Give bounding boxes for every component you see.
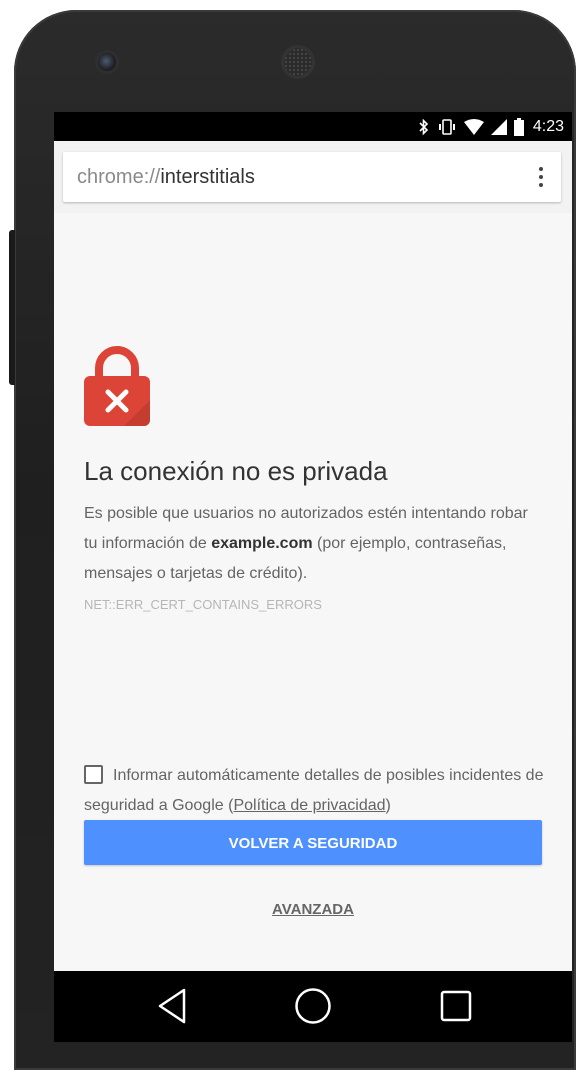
- status-time: 4:23: [532, 118, 564, 135]
- privacy-policy-link[interactable]: Política de privacidad: [233, 797, 385, 814]
- interstitial-page: La conexión no es privada Es posible que…: [54, 213, 572, 971]
- wifi-icon: [463, 119, 484, 135]
- cellular-signal-icon: [490, 119, 507, 135]
- reporting-checkbox[interactable]: [84, 765, 103, 784]
- back-to-safety-button[interactable]: VOLVER A SEGURIDAD: [84, 820, 542, 865]
- status-bar: 4:23: [54, 112, 572, 141]
- omnibox[interactable]: chrome://interstitials: [63, 152, 561, 202]
- home-icon[interactable]: [294, 987, 332, 1025]
- more-vert-icon[interactable]: [529, 162, 553, 192]
- url-scheme: chrome://: [77, 166, 161, 188]
- page-title: La conexión no es privada: [84, 456, 388, 486]
- advanced-link[interactable]: AVANZADA: [54, 901, 572, 918]
- status-icons: 4:23: [418, 116, 564, 138]
- side-button[interactable]: [9, 230, 15, 385]
- navigation-bar: [54, 971, 572, 1042]
- battery-icon: [513, 118, 524, 136]
- screen: 4:23 chrome://interstitials La conexión …: [54, 112, 572, 1042]
- vibrate-icon: [438, 119, 455, 135]
- url-host: interstitials: [160, 166, 255, 188]
- error-code: NET::ERR_CERT_CONTAINS_ERRORS: [84, 597, 322, 612]
- domain-name: example.com: [211, 535, 313, 552]
- extended-reporting-option: Informar automáticamente detalles de pos…: [84, 761, 554, 821]
- checkbox-label-end: ): [385, 797, 391, 814]
- warning-message: Es posible que usuarios no autorizados e…: [84, 499, 544, 589]
- bluetooth-icon: [419, 118, 428, 136]
- phone-frame: 4:23 chrome://interstitials La conexión …: [14, 10, 576, 1070]
- chrome-toolbar: chrome://interstitials: [54, 141, 572, 214]
- url-text[interactable]: chrome://interstitials: [77, 166, 255, 189]
- lock-error-icon: [84, 346, 150, 426]
- front-camera: [98, 53, 116, 71]
- back-icon[interactable]: [154, 986, 190, 1026]
- recents-icon[interactable]: [440, 990, 472, 1022]
- earpiece-speaker: [284, 48, 312, 76]
